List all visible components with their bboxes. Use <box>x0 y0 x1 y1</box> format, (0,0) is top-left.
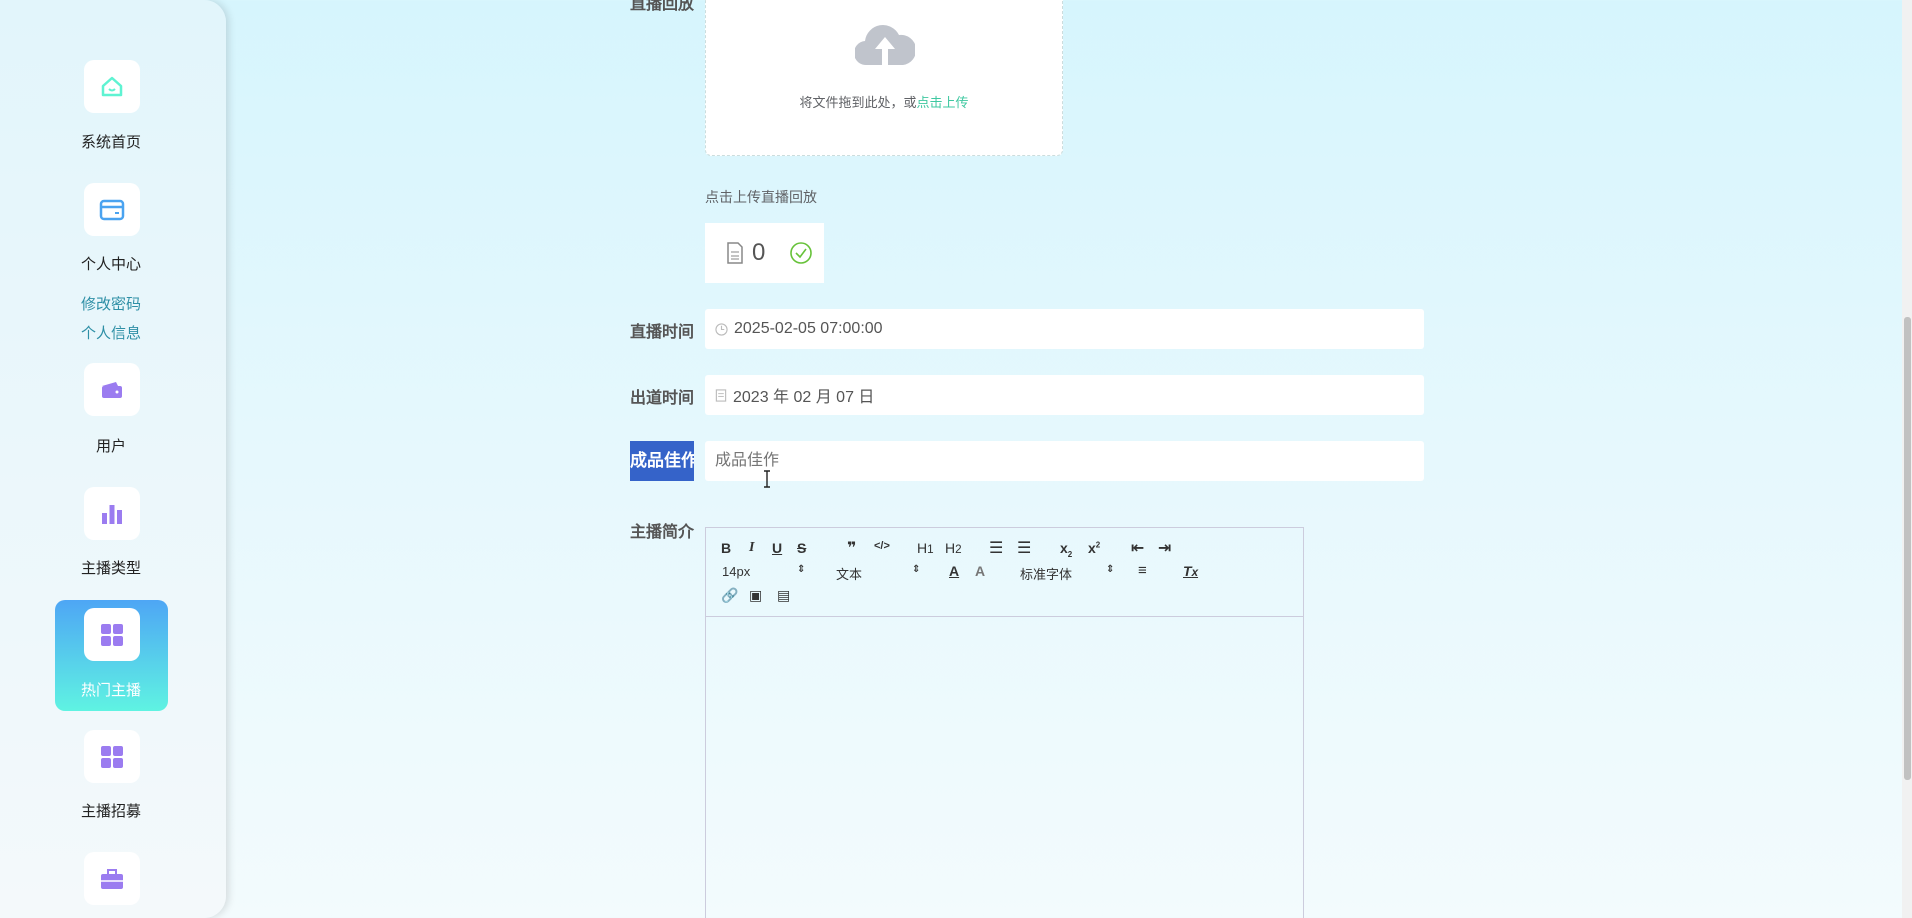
video-button[interactable]: ▤ <box>777 587 790 604</box>
file-name: 0 <box>752 239 766 266</box>
clock-icon <box>715 322 728 336</box>
card-icon <box>99 199 125 220</box>
sidebar-label-recruit[interactable]: 主播招募 <box>0 800 222 821</box>
sidebar-sub-change-password[interactable]: 修改密码 <box>0 293 222 314</box>
subscript-button[interactable]: x2 <box>1060 540 1072 559</box>
live-time-value: 2025-02-05 07:00:00 <box>734 320 883 337</box>
bullet-list-button[interactable]: ☰ <box>1017 538 1031 558</box>
bar-chart-icon <box>102 504 122 524</box>
h2-button[interactable]: H2 <box>945 540 962 556</box>
font-size-select[interactable]: 14px <box>722 564 750 579</box>
works-label: 成品佳作 <box>630 441 694 481</box>
editor-toolbar: B I U S ❞ </> H1 H2 ☰ ☰ x2 x2 ⇤ ⇥ 14px ⇕… <box>706 528 1303 617</box>
success-check-icon <box>790 242 813 264</box>
size-select-arrows-icon[interactable]: ⇕ <box>797 564 805 575</box>
indent-button[interactable]: ⇥ <box>1158 538 1171 558</box>
debut-date-picker[interactable]: 2023 年 02 月 07 日 <box>705 375 1424 415</box>
debut-time-label: 出道时间 <box>630 390 695 407</box>
replay-label: 直播回放 <box>630 0 695 13</box>
italic-button[interactable]: I <box>749 540 754 556</box>
sidebar-sub-personal-info[interactable]: 个人信息 <box>0 322 222 343</box>
document-icon <box>727 242 743 264</box>
outdent-button[interactable]: ⇤ <box>1131 538 1144 558</box>
wallet-icon <box>102 381 122 398</box>
sidebar: 系统首页 个人中心 修改密码 个人信息 用户 主播类型 热门主播 主播招募 <box>0 0 226 918</box>
sidebar-label-user[interactable]: 用户 <box>0 435 222 456</box>
home-icon <box>101 76 123 96</box>
background-color-button[interactable]: A <box>975 563 985 579</box>
sidebar-label-hot-anchor[interactable]: 热门主播 <box>0 679 222 700</box>
sidebar-label-anchor-type[interactable]: 主播类型 <box>0 557 222 578</box>
dropzone-text: 将文件拖到此处，或点击上传 <box>706 92 1062 111</box>
cloud-upload-icon <box>855 25 915 66</box>
text-cursor-icon <box>764 470 770 488</box>
page-scrollbar-thumb[interactable] <box>1904 317 1911 780</box>
sidebar-label-home[interactable]: 系统首页 <box>0 131 222 152</box>
sidebar-item-recruit[interactable] <box>84 730 140 783</box>
click-upload-link[interactable]: 点击上传 <box>917 95 969 110</box>
replay-dropzone[interactable]: 将文件拖到此处，或点击上传 <box>705 0 1063 156</box>
works-input[interactable] <box>705 441 1424 481</box>
intro-label: 主播简介 <box>630 524 695 541</box>
replay-hint: 点击上传直播回放 <box>705 189 817 205</box>
blockquote-button[interactable]: ❞ <box>847 538 856 558</box>
underline-button[interactable]: U <box>772 540 782 556</box>
sidebar-item-more[interactable] <box>84 852 140 905</box>
sidebar-label-profile[interactable]: 个人中心 <box>0 253 222 274</box>
header-select-arrows-icon[interactable]: ⇕ <box>912 564 920 575</box>
editor-content-area[interactable] <box>706 617 1303 918</box>
grid-icon <box>101 623 123 646</box>
h1-button[interactable]: H1 <box>917 540 934 556</box>
bold-button[interactable]: B <box>721 540 731 556</box>
sidebar-item-anchor-type[interactable] <box>84 487 140 540</box>
calendar-icon <box>715 388 727 402</box>
align-button[interactable]: ≡ <box>1138 562 1147 579</box>
clear-format-button[interactable]: Tx <box>1183 563 1198 579</box>
sidebar-item-profile[interactable] <box>84 183 140 236</box>
superscript-button[interactable]: x2 <box>1088 540 1100 556</box>
font-family-select[interactable]: 标准字体 <box>1020 564 1072 583</box>
link-button[interactable]: 🔗 <box>721 587 738 604</box>
font-select-arrows-icon[interactable]: ⇕ <box>1106 564 1114 575</box>
uploaded-file-card[interactable]: 0 <box>705 223 824 283</box>
header-select[interactable]: 文本 <box>836 564 862 583</box>
sidebar-item-user[interactable] <box>84 363 140 416</box>
sidebar-item-hot-anchor[interactable] <box>84 608 140 661</box>
live-time-picker[interactable]: 2025-02-05 07:00:00 <box>705 309 1424 349</box>
briefcase-icon <box>101 868 123 889</box>
rich-text-editor: B I U S ❞ </> H1 H2 ☰ ☰ x2 x2 ⇤ ⇥ 14px ⇕… <box>705 527 1304 918</box>
grid-icon <box>101 745 123 768</box>
debut-time-value: 2023 年 02 月 07 日 <box>733 389 875 406</box>
image-button[interactable]: ▣ <box>749 587 762 604</box>
code-block-button[interactable]: </> <box>874 540 890 552</box>
drop-text: 将文件拖到此处，或 <box>799 95 917 110</box>
live-time-label: 直播时间 <box>630 324 695 341</box>
strike-button[interactable]: S <box>797 540 806 556</box>
font-color-button[interactable]: A <box>949 563 959 579</box>
ordered-list-button[interactable]: ☰ <box>989 538 1003 558</box>
sidebar-item-home[interactable] <box>84 60 140 113</box>
